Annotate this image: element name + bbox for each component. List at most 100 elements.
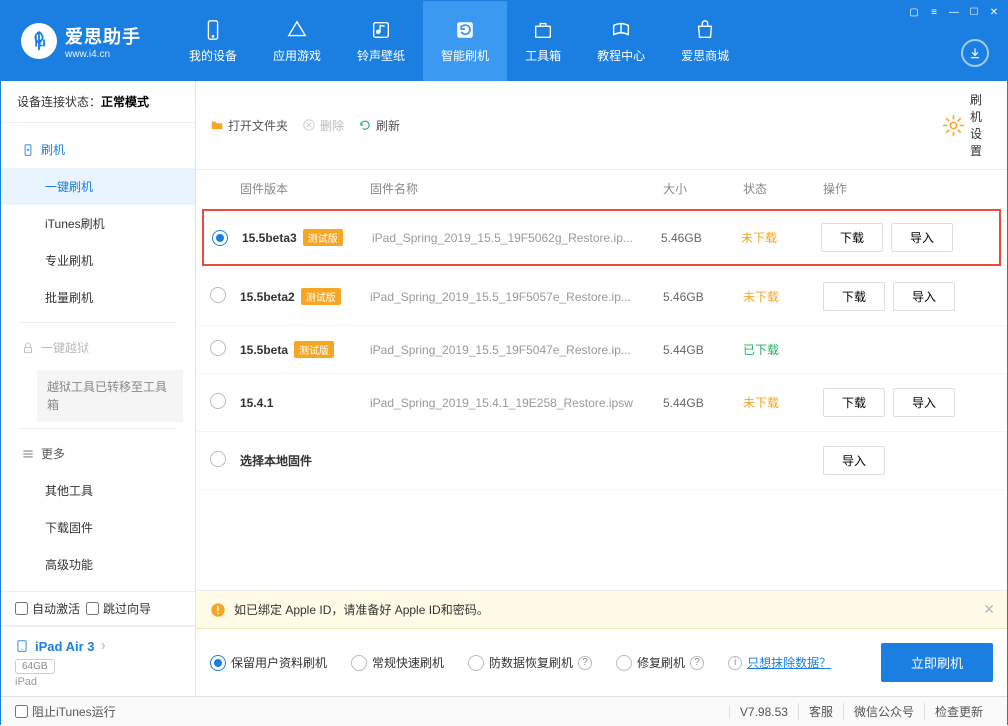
connection-status: 设备连接状态：正常模式 <box>1 81 195 123</box>
logo-icon: iu <box>21 23 57 59</box>
wechat-link[interactable]: 微信公众号 <box>843 703 924 720</box>
sidebar-jailbreak-note: 越狱工具已转移至工具箱 <box>37 370 183 422</box>
mode-keep-data[interactable]: 保留用户资料刷机 <box>210 654 327 671</box>
beta-badge: 测试版 <box>303 229 343 246</box>
firmware-row[interactable]: 15.5beta2测试版 iPad_Spring_2019_15.5_19F50… <box>196 268 1007 326</box>
tablet-icon <box>15 639 29 653</box>
sidebar-itunes-flash[interactable]: iTunes刷机 <box>1 205 195 242</box>
radio-icon[interactable] <box>210 655 226 671</box>
svg-text:iu: iu <box>34 35 45 50</box>
flash-now-button[interactable]: 立即刷机 <box>881 643 993 682</box>
import-button[interactable]: 导入 <box>891 223 953 252</box>
erase-data-link[interactable]: i 只想抹除数据？ <box>728 654 831 671</box>
download-button[interactable]: 下载 <box>823 282 885 311</box>
update-link[interactable]: 检查更新 <box>924 703 993 720</box>
radio-icon[interactable] <box>616 655 632 671</box>
refresh-button[interactable]: 刷新 <box>358 117 400 134</box>
skip-guide-checkbox[interactable]: 跳过向导 <box>86 600 151 617</box>
sidebar-flash-header[interactable]: 刷机 <box>1 131 195 168</box>
sidebar-pro-flash[interactable]: 专业刷机 <box>1 242 195 279</box>
sidebar-advanced[interactable]: 高级功能 <box>1 546 195 583</box>
radio-icon[interactable] <box>210 340 226 356</box>
sidebar-other-tools[interactable]: 其他工具 <box>1 472 195 509</box>
firmware-row[interactable]: 15.5beta测试版 iPad_Spring_2019_15.5_19F504… <box>196 326 1007 374</box>
beta-badge: 测试版 <box>294 341 334 358</box>
app-header: iu 爱思助手 www.i4.cn 我的设备 应用游戏 铃声壁纸 智能刷机 工具… <box>1 1 1007 81</box>
device-type: iPad <box>15 676 181 688</box>
warning-close-icon[interactable]: ✕ <box>983 601 995 618</box>
sidebar-download-fw[interactable]: 下载固件 <box>1 509 195 546</box>
version-label[interactable]: V7.98.53 <box>729 705 798 719</box>
mode-anti-recovery[interactable]: 防数据恢复刷机 ? <box>468 654 592 671</box>
radio-icon[interactable] <box>212 230 228 246</box>
fw-size: 5.44GB <box>663 396 743 410</box>
sidebar-jailbreak-header: 一键越狱 <box>1 329 195 366</box>
divider <box>19 428 177 429</box>
download-button[interactable]: 下载 <box>821 223 883 252</box>
mode-repair[interactable]: 修复刷机 ? <box>616 654 704 671</box>
help-icon[interactable]: ? <box>690 656 704 670</box>
storage-badge: 64GB <box>15 659 55 674</box>
toolbar: 打开文件夹 删除 刷新 刷机设置 <box>196 81 1007 170</box>
close-icon[interactable]: ✕ <box>987 5 1001 19</box>
sidebar: 设备连接状态：正常模式 刷机 一键刷机 iTunes刷机 专业刷机 批量刷机 一… <box>1 81 196 696</box>
maximize-icon[interactable]: ☐ <box>967 5 981 19</box>
radio-icon[interactable] <box>468 655 484 671</box>
fw-version: 15.5beta2测试版 <box>240 288 370 305</box>
nav-media[interactable]: 铃声壁纸 <box>339 1 423 81</box>
help-icon[interactable]: ? <box>578 656 592 670</box>
radio-icon[interactable] <box>351 655 367 671</box>
fw-name: iPad_Spring_2019_15.5_19F5062g_Restore.i… <box>372 231 661 245</box>
status-bar: 阻止iTunes运行 V7.98.53 客服 微信公众号 检查更新 <box>1 696 1007 726</box>
fw-local-label: 选择本地固件 <box>240 452 823 469</box>
import-button[interactable]: 导入 <box>893 388 955 417</box>
col-name: 固件名称 <box>370 180 663 197</box>
nav-store[interactable]: 爱思商城 <box>663 1 747 81</box>
fw-name: iPad_Spring_2019_15.5_19F5057e_Restore.i… <box>370 290 663 304</box>
fw-size: 5.44GB <box>663 343 743 357</box>
delete-button: 删除 <box>302 117 344 134</box>
support-link[interactable]: 客服 <box>798 703 843 720</box>
flash-mode-bar: 保留用户资料刷机 常规快速刷机 防数据恢复刷机 ? 修复刷机 ? i <box>196 629 1007 696</box>
main-nav: 我的设备 应用游戏 铃声壁纸 智能刷机 工具箱 教程中心 爱思商城 <box>171 1 747 81</box>
block-itunes-checkbox[interactable]: 阻止iTunes运行 <box>15 703 116 720</box>
nav-flash[interactable]: 智能刷机 <box>423 1 507 81</box>
sidebar-onekey-flash[interactable]: 一键刷机 <box>1 168 195 205</box>
sidebar-batch-flash[interactable]: 批量刷机 <box>1 279 195 316</box>
radio-icon[interactable] <box>210 451 226 467</box>
window-controls: ▢ ≡ — ☐ ✕ <box>907 5 1001 19</box>
radio-icon[interactable] <box>210 287 226 303</box>
chevron-right-icon: › <box>100 637 105 655</box>
firmware-row[interactable]: 15.5beta3测试版 iPad_Spring_2019_15.5_19F50… <box>202 209 1001 266</box>
radio-icon[interactable] <box>210 393 226 409</box>
logo-area: iu 爱思助手 www.i4.cn <box>21 23 141 60</box>
sidebar-more-header[interactable]: 更多 <box>1 435 195 472</box>
nav-device[interactable]: 我的设备 <box>171 1 255 81</box>
divider <box>19 322 177 323</box>
table-header: 固件版本 固件名称 大小 状态 操作 <box>196 170 1007 207</box>
import-button[interactable]: 导入 <box>823 446 885 475</box>
firmware-row[interactable]: 15.4.1 iPad_Spring_2019_15.4.1_19E258_Re… <box>196 374 1007 432</box>
minimize-icon[interactable]: — <box>947 5 961 19</box>
import-button[interactable]: 导入 <box>893 282 955 311</box>
nav-apps[interactable]: 应用游戏 <box>255 1 339 81</box>
layout-icon[interactable]: ▢ <box>907 5 921 19</box>
fw-status: 未下载 <box>743 288 823 305</box>
col-size: 大小 <box>663 180 743 197</box>
nav-toolbox[interactable]: 工具箱 <box>507 1 579 81</box>
nav-tutorial[interactable]: 教程中心 <box>579 1 663 81</box>
mode-fast[interactable]: 常规快速刷机 <box>351 654 444 671</box>
open-folder-button[interactable]: 打开文件夹 <box>210 117 288 134</box>
flash-settings-button[interactable]: 刷机设置 <box>941 91 993 159</box>
local-firmware-row[interactable]: 选择本地固件 导入 <box>196 432 1007 490</box>
auto-activate-checkbox[interactable]: 自动激活 <box>15 600 80 617</box>
beta-badge: 测试版 <box>301 288 341 305</box>
fw-name: iPad_Spring_2019_15.5_19F5047e_Restore.i… <box>370 343 663 357</box>
menu-icon[interactable]: ≡ <box>927 5 941 19</box>
device-info[interactable]: iPad Air 3 › 64GB iPad <box>1 626 195 698</box>
fw-name: iPad_Spring_2019_15.4.1_19E258_Restore.i… <box>370 396 663 410</box>
download-button[interactable]: 下载 <box>823 388 885 417</box>
app-subtitle: www.i4.cn <box>65 49 141 60</box>
download-indicator[interactable] <box>961 39 989 67</box>
col-version: 固件版本 <box>240 180 370 197</box>
